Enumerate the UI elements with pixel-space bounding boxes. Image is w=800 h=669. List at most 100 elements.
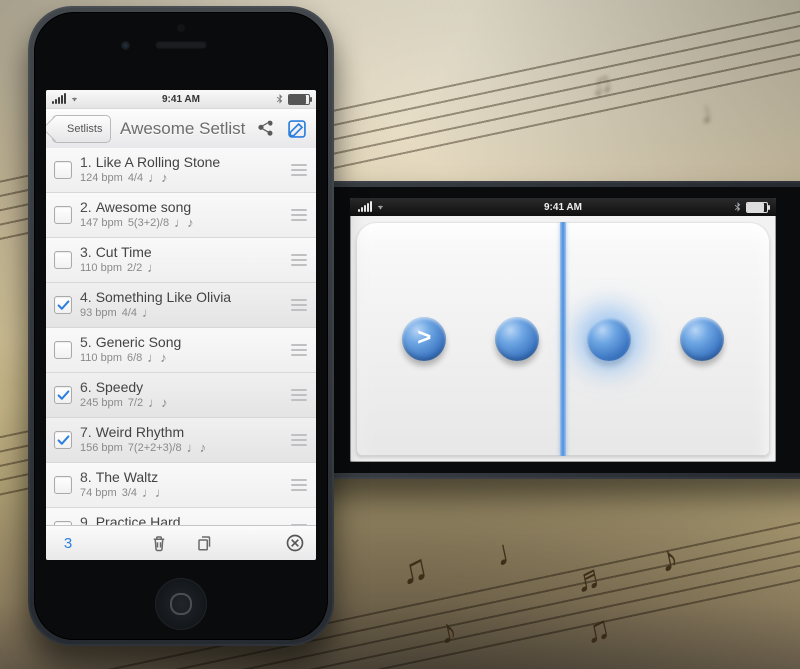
wifi-icon — [377, 202, 384, 213]
song-info: 3.Cut Time110 bpm2/2♩ — [80, 244, 290, 275]
phone-landscape: 9:41 AM > — [268, 181, 800, 479]
signal-icon — [52, 95, 66, 104]
song-number: 5. — [80, 334, 92, 350]
song-timesig: 3/4 — [122, 487, 137, 500]
song-list[interactable]: 1.Like A Rolling Stone124 bpm4/4♩♪2.Awes… — [46, 148, 316, 526]
song-bpm: 245 bpm — [80, 397, 123, 410]
song-title: The Waltz — [96, 469, 159, 485]
checkbox[interactable] — [54, 476, 72, 494]
song-bpm: 147 bpm — [80, 217, 123, 230]
song-info: 7.Weird Rhythm 156 bpm 7(2+2+3)/8 ♩♪ — [80, 424, 290, 455]
metronome-screen: 9:41 AM > — [350, 198, 776, 462]
song-bpm: 110 bpm — [80, 352, 122, 365]
status-time: 9:41 AM — [162, 94, 200, 105]
duplicate-button[interactable] — [194, 532, 216, 554]
song-timesig: 7/2 — [128, 397, 143, 410]
song-number: 4. — [80, 289, 92, 305]
song-number: 7. — [80, 424, 92, 440]
wifi-icon — [71, 94, 78, 105]
beat-dot[interactable] — [680, 317, 724, 361]
song-timesig: 6/8 — [127, 352, 142, 365]
song-number: 2. — [80, 199, 92, 215]
song-timesig: 7(2+2+3)/8 — [128, 442, 182, 455]
checkbox[interactable] — [54, 296, 72, 314]
checkbox[interactable] — [54, 206, 72, 224]
checkbox[interactable] — [54, 431, 72, 449]
song-bpm: 124 bpm — [80, 172, 123, 185]
song-info: 8.The Waltz 74 bpm 3/4 ♩♩ — [80, 469, 290, 500]
reorder-handle[interactable] — [290, 254, 308, 266]
song-row[interactable]: 3.Cut Time110 bpm2/2♩ — [46, 238, 316, 283]
song-info: 5.Generic Song 110 bpm 6/8 ♩♪ — [80, 334, 290, 365]
song-row[interactable]: 8.The Waltz 74 bpm 3/4 ♩♩ — [46, 463, 316, 508]
song-timesig: 4/4 — [122, 307, 137, 320]
page-title: Awesome Setlist — [117, 119, 248, 139]
back-button[interactable]: Setlists — [52, 115, 111, 143]
song-title: Generic Song — [96, 334, 182, 350]
selected-count: 3 — [56, 535, 80, 552]
song-number: 8. — [80, 469, 92, 485]
reorder-handle[interactable] — [290, 389, 308, 401]
song-row[interactable]: 6.Speedy245 bpm7/2♩♪ — [46, 373, 316, 418]
checkbox[interactable] — [54, 251, 72, 269]
checkbox[interactable] — [54, 161, 72, 179]
reorder-handle[interactable] — [290, 344, 308, 356]
song-bpm: 156 bpm — [80, 442, 123, 455]
song-bpm: 74 bpm — [80, 487, 117, 500]
song-info: 1.Like A Rolling Stone124 bpm4/4♩♪ — [80, 154, 290, 185]
note-icon: ♩♪ — [187, 441, 207, 456]
note-icon: ♩♪ — [174, 216, 194, 231]
song-title: Speedy — [96, 379, 143, 395]
note-icon: ♩♩ — [142, 486, 168, 501]
song-title: Like A Rolling Stone — [96, 154, 221, 170]
song-info: 4.Something Like Olivia 93 bpm 4/4 ♩ — [80, 289, 290, 320]
accent-icon: > — [417, 324, 431, 352]
battery-icon — [746, 202, 768, 213]
beat-dot[interactable] — [587, 317, 631, 361]
toolbar: 3 — [46, 525, 316, 560]
song-row[interactable]: 9.Practice Hard115 bpm6/2♩♪ — [46, 508, 316, 526]
compose-button[interactable] — [286, 118, 308, 140]
song-number: 3. — [80, 244, 92, 260]
reorder-handle[interactable] — [290, 434, 308, 446]
home-button[interactable] — [155, 578, 207, 630]
song-info: 2.Awesome song 147 bpm 5(3+2)/8 ♩♪ — [80, 199, 290, 230]
song-timesig: 4/4 — [128, 172, 143, 185]
beat-dot[interactable] — [495, 317, 539, 361]
checkbox[interactable] — [54, 386, 72, 404]
bluetooth-icon — [734, 202, 741, 213]
close-button[interactable] — [284, 532, 306, 554]
back-label: Setlists — [67, 123, 102, 135]
phone-portrait: 9:41 AM Setlists Awesome Setlist — [28, 6, 334, 646]
song-timesig: 2/2 — [127, 262, 142, 275]
status-bar: 9:41 AM — [350, 198, 776, 216]
delete-button[interactable] — [148, 532, 170, 554]
song-title: Something Like Olivia — [96, 289, 231, 305]
song-row[interactable]: 1.Like A Rolling Stone124 bpm4/4♩♪ — [46, 148, 316, 193]
song-bpm: 93 bpm — [80, 307, 117, 320]
note-icon: ♩♪ — [148, 396, 168, 411]
share-button[interactable] — [254, 118, 276, 140]
note-icon: ♩♪ — [148, 171, 168, 186]
status-bar: 9:41 AM — [46, 90, 316, 109]
beat-accent[interactable]: > — [402, 317, 446, 361]
song-title: Weird Rhythm — [96, 424, 184, 440]
reorder-handle[interactable] — [290, 164, 308, 176]
song-timesig: 5(3+2)/8 — [128, 217, 169, 230]
reorder-handle[interactable] — [290, 299, 308, 311]
checkbox[interactable] — [54, 341, 72, 359]
battery-icon — [288, 94, 310, 105]
note-icon: ♩♪ — [147, 351, 167, 366]
song-title: Awesome song — [96, 199, 191, 215]
song-row[interactable]: 7.Weird Rhythm 156 bpm 7(2+2+3)/8 ♩♪ — [46, 418, 316, 463]
bluetooth-icon — [276, 94, 283, 105]
setlist-screen: 9:41 AM Setlists Awesome Setlist — [46, 90, 316, 560]
note-icon: ♩ — [142, 306, 155, 321]
song-title: Cut Time — [96, 244, 152, 260]
reorder-handle[interactable] — [290, 209, 308, 221]
reorder-handle[interactable] — [290, 479, 308, 491]
song-row[interactable]: 2.Awesome song 147 bpm 5(3+2)/8 ♩♪ — [46, 193, 316, 238]
song-row[interactable]: 4.Something Like Olivia 93 bpm 4/4 ♩ — [46, 283, 316, 328]
song-row[interactable]: 5.Generic Song 110 bpm 6/8 ♩♪ — [46, 328, 316, 373]
metronome-panel: > — [356, 222, 770, 456]
